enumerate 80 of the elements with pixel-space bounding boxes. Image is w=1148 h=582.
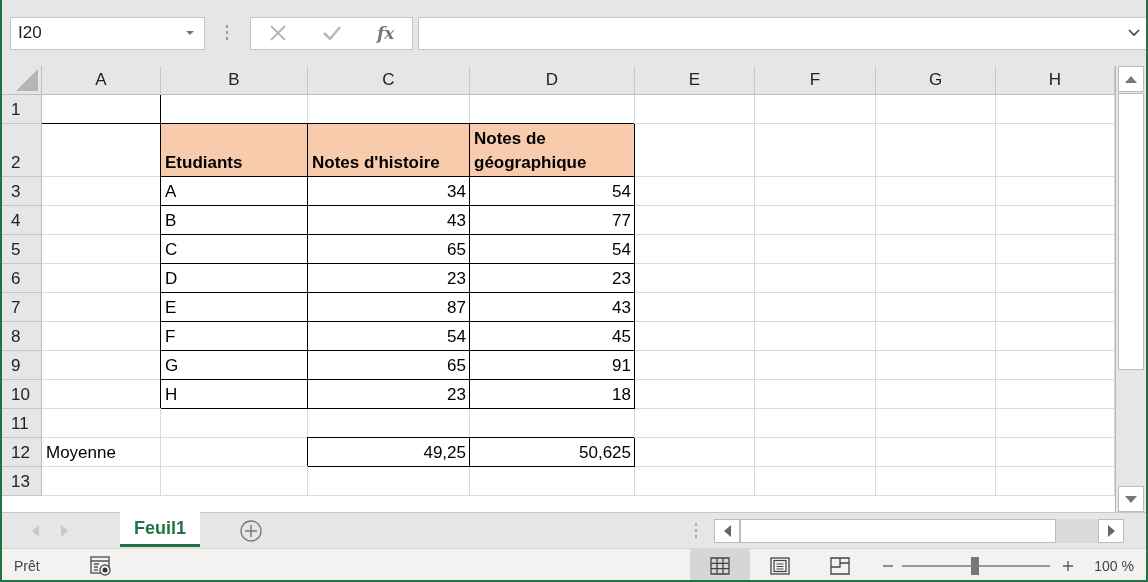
table-cell: 34 [308,177,470,206]
add-sheet-icon[interactable] [240,519,262,542]
row-header[interactable]: 7 [2,293,42,322]
view-button[interactable] [690,549,751,580]
table-cell: E [161,293,308,322]
zoom-in-icon[interactable] [1062,559,1075,572]
zoom-level[interactable]: 100 % [1094,557,1134,574]
table-cell: 65 [308,351,470,380]
column-header[interactable]: C [308,66,470,95]
up-arrow-icon [1125,75,1137,83]
status-text: Prêt [14,557,40,574]
table-cell: F [161,322,308,351]
insert-function-button[interactable]: fx [376,23,395,43]
scroll-left-button[interactable] [714,518,740,543]
table-cell: 77 [470,206,635,235]
column-header[interactable]: G [876,66,996,95]
table-cell: Etudiants [161,124,308,177]
grid-icon [710,556,731,575]
table-cell: A [161,177,308,206]
check-icon[interactable] [321,25,342,41]
scroll-right-button[interactable] [1098,518,1124,543]
row-header[interactable]: 11 [2,409,42,438]
table-cell: Notes d'histoire [308,124,470,177]
formula-input[interactable] [418,16,1146,50]
scroll-up-button[interactable] [1118,66,1144,92]
table-cell: 50,625 [470,438,635,467]
table-cell: C [161,235,308,264]
column-header[interactable]: D [470,66,635,95]
table-cell: 49,25 [308,438,470,467]
row-header[interactable]: 2 [2,124,42,177]
down-arrow-icon [1125,495,1137,503]
scroll-thumb[interactable] [740,518,1056,543]
column-header[interactable]: A [42,66,161,95]
dropdown-caret-icon [186,30,194,36]
table-cell: 43 [470,293,635,322]
row-header[interactable]: 13 [2,467,42,496]
grip-icon [694,522,698,539]
table-cell: 54 [470,235,635,264]
row-header[interactable]: 8 [2,322,42,351]
table-cell: H [161,380,308,409]
table-cell: 91 [470,351,635,380]
row-header[interactable]: 1 [2,95,42,124]
scroll-down-button[interactable] [1118,486,1144,512]
page-break-icon [830,556,851,575]
expand-caret-icon [1128,29,1140,37]
table-cell: 23 [308,264,470,293]
table-cell: 65 [308,235,470,264]
name-box[interactable]: I20 [10,16,205,50]
column-header[interactable]: B [161,66,308,95]
left-arrow-icon [723,524,731,537]
table-cell: 45 [470,322,635,351]
table-cell: G [161,351,308,380]
table-cell: Moyenne [42,438,161,467]
table-cell: 54 [308,322,470,351]
row-header[interactable]: 5 [2,235,42,264]
column-header[interactable]: E [635,66,755,95]
accessibility-icon[interactable] [89,554,112,577]
table-cell: 23 [470,264,635,293]
row-header[interactable]: 3 [2,177,42,206]
scroll-thumb[interactable] [1118,93,1144,370]
cancel-icon[interactable] [268,24,287,42]
table-cell: D [161,264,308,293]
right-arrow-icon [1107,524,1115,537]
column-header[interactable]: H [996,66,1115,95]
row-header[interactable]: 6 [2,264,42,293]
table-cell: 23 [308,380,470,409]
row-header[interactable]: 10 [2,380,42,409]
table-cell: B [161,206,308,235]
row-header[interactable]: 12 [2,438,42,467]
table-cell: 18 [470,380,635,409]
row-header[interactable]: 4 [2,206,42,235]
page-icon [770,556,791,575]
row-header[interactable]: 9 [2,351,42,380]
table-cell: 54 [470,177,635,206]
grip-icon [225,25,229,41]
table-cell: 43 [308,206,470,235]
table-cell: Notes de géographique [470,124,635,177]
sheet-tab[interactable]: Feuil1 [120,512,200,547]
table-cell: 87 [308,293,470,322]
column-header[interactable]: F [755,66,876,95]
